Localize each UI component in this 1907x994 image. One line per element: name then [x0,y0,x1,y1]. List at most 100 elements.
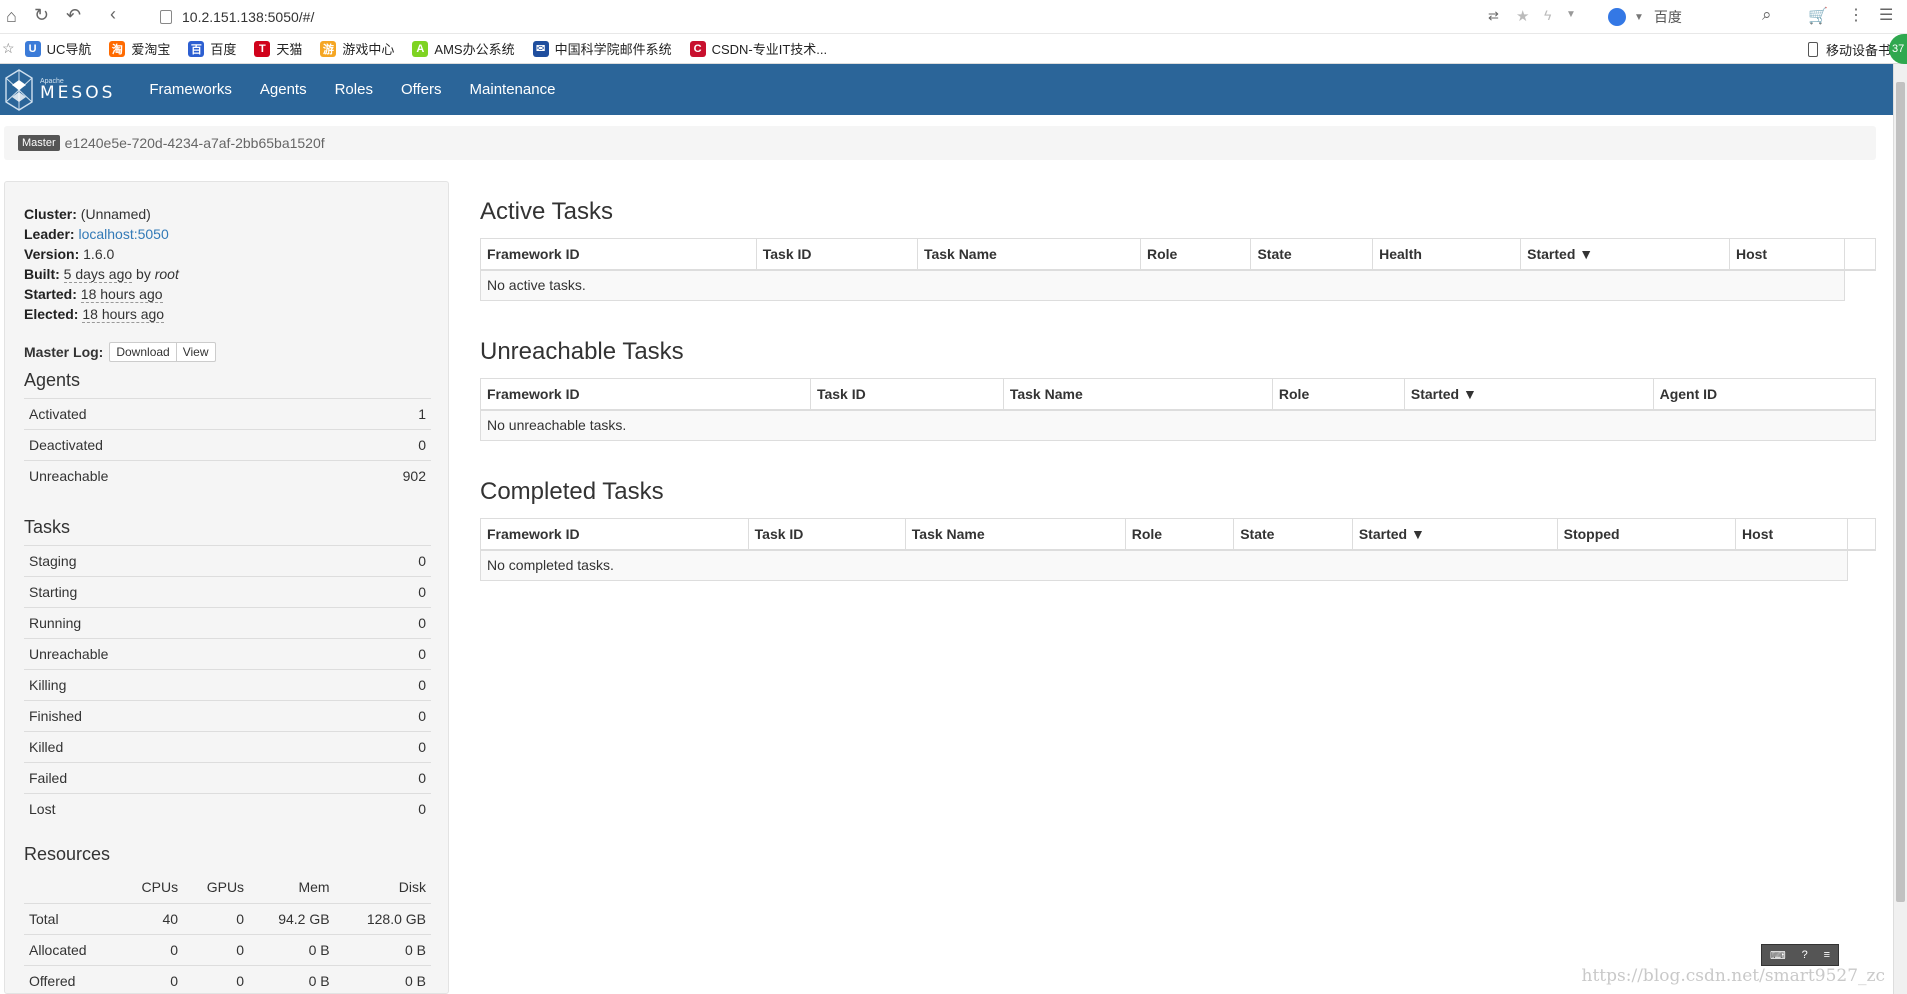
resource-cell: 0 B [249,933,335,965]
chevron-down-icon[interactable]: ▼ [1566,9,1576,20]
row-label: Killed [24,731,364,763]
nav-agents[interactable]: Agents [260,81,307,98]
column-header[interactable]: Task Name [904,518,1126,551]
column-header[interactable]: Task Name [1002,378,1273,411]
bookmark-item[interactable]: C CSDN-专业IT技术... [689,39,828,58]
nav-maintenance[interactable]: Maintenance [470,81,556,98]
row-label: Unreachable [24,460,321,492]
column-header[interactable]: Task Name [916,238,1141,271]
reload-icon[interactable]: ↻ [34,5,49,26]
tasks-heading: Tasks [24,517,71,537]
column-header[interactable]: Started ▼ [1351,518,1558,551]
search-box[interactable]: ▼ 百度 [1608,6,1682,28]
mesos-logo-icon [5,68,33,111]
column-header[interactable]: Started ▼ [1520,238,1730,271]
address-bar[interactable]: 10.2.151.138:5050/#/ [160,7,314,27]
nav-offers[interactable]: Offers [401,81,442,98]
bookmark-item[interactable]: U UC导航 [24,39,91,58]
column-header[interactable]: Agent ID [1652,378,1877,411]
leader-link[interactable]: localhost:5050 [78,226,168,242]
more-icon[interactable]: ⋮ [1848,5,1864,25]
bookmark-icon: ✉ [532,40,549,57]
scrollbar-thumb[interactable] [1896,82,1905,902]
resource-cell: 0 [183,902,250,934]
column-header[interactable]: Host [1728,238,1845,271]
view-log-button[interactable]: View [176,342,216,362]
home-icon[interactable]: ⌂ [6,6,17,27]
active-tasks-heading: Active Tasks [480,198,613,225]
back-icon[interactable]: ‹ [110,4,116,25]
bookmark-item[interactable]: T 天猫 [254,39,302,58]
row-value: 1 [320,398,431,430]
vertical-scrollbar[interactable] [1893,64,1907,994]
nav-frameworks[interactable]: Frameworks [149,81,232,98]
keyboard-icon[interactable]: ⌨ [1770,949,1786,962]
star-icon[interactable]: ★ [1516,7,1529,25]
bookmark-item[interactable]: 游游戏中心 [320,39,394,58]
column-header[interactable]: Task ID [809,378,1004,411]
cart-icon[interactable]: 🛒 [1808,6,1828,26]
column-header[interactable]: Framework ID [480,238,757,271]
menu-icon[interactable]: ☰ [1879,5,1893,25]
chevron-down-icon[interactable]: ▼ [1634,12,1644,23]
mobile-bookmarks[interactable]: 移动设备书 [1808,40,1891,59]
bookmark-star-icon[interactable]: ☆ [2,40,15,57]
cluster-info: Cluster: (Unnamed) Leader: localhost:505… [24,204,179,324]
column-header[interactable]: Role [1139,238,1252,271]
mesos-brand[interactable]: Apache MESOS [4,68,115,112]
bookmark-item[interactable]: 淘爱淘宝 [109,39,170,58]
active-tasks-empty: No active tasks. [480,269,1845,301]
brand-mesos: MESOS [40,82,116,103]
column-header[interactable]: State [1233,518,1353,551]
resource-header: CPUs [141,879,179,896]
search-engine-label: 百度 [1653,9,1682,25]
bookmark-item[interactable]: 百百度 [188,39,236,58]
column-header[interactable]: Host [1735,518,1848,551]
download-log-button[interactable]: Download [109,342,177,362]
column-header[interactable]: Task ID [747,518,906,551]
row-label: Finished [24,700,364,732]
column-header[interactable]: Stopped [1556,518,1737,551]
breadcrumb: Master e1240e5e-720d-4234-a7af-2bb65ba15… [4,126,1876,160]
column-header[interactable]: Role [1271,378,1405,411]
help-icon[interactable]: ? [1802,949,1808,961]
bookmark-icon: U [24,40,41,57]
search-icon[interactable]: ⌕ [1762,5,1772,25]
column-header[interactable]: Role [1124,518,1235,551]
version-value: 1.6.0 [83,246,115,262]
column-header[interactable]: Framework ID [480,518,749,551]
table-row: Starting 0 [24,576,431,608]
input-toolbar[interactable]: ⌨ ? ≡ [1761,944,1839,966]
bookmark-label: 天猫 [276,42,303,57]
resource-header: GPUs [206,879,245,896]
version-label: Version: [24,246,80,262]
column-header[interactable]: Task ID [755,238,918,271]
row-label: Killing [24,669,364,701]
column-header[interactable]: Health [1372,238,1522,271]
baidu-icon [1608,8,1626,26]
row-value: 0 [320,429,431,461]
bookmark-label: 爱淘宝 [131,42,171,57]
bookmark-item[interactable]: ✉ 中国科学院邮件系统 [532,39,672,58]
flash-icon[interactable]: ϟ [1544,7,1551,23]
started-value: 18 hours ago [80,286,163,303]
translate-icon[interactable]: ⇄ [1488,8,1499,24]
nav-roles[interactable]: Roles [335,81,373,98]
url-text[interactable]: 10.2.151.138:5050/#/ [182,9,314,25]
master-id: e1240e5e-720d-4234-a7af-2bb65ba1520f [64,135,325,151]
mesos-navbar: Apache MESOS Frameworks Agents Roles Off… [0,64,1893,115]
table-row: Killing 0 [24,669,431,701]
bookmark-item[interactable]: A AMS办公系统 [412,39,515,58]
resource-cell: Offered [24,964,119,993]
column-header[interactable]: Framework ID [480,378,811,411]
bookmark-label: CSDN-专业IT技术... [711,42,828,57]
column-header[interactable]: Started ▼ [1403,378,1654,411]
menu-small-icon[interactable]: ≡ [1824,949,1830,961]
bookmark-icon: 淘 [109,40,126,57]
undo-icon[interactable]: ↶ [66,5,81,26]
resource-cell: 0 B [334,933,431,965]
resource-cell: 0 B [334,964,431,993]
tasks-table: Staging 0 Starting 0 Running 0 Unreachable 0 Kil… [24,545,431,825]
started-label: Started: [24,286,77,302]
column-header[interactable]: State [1250,238,1374,271]
